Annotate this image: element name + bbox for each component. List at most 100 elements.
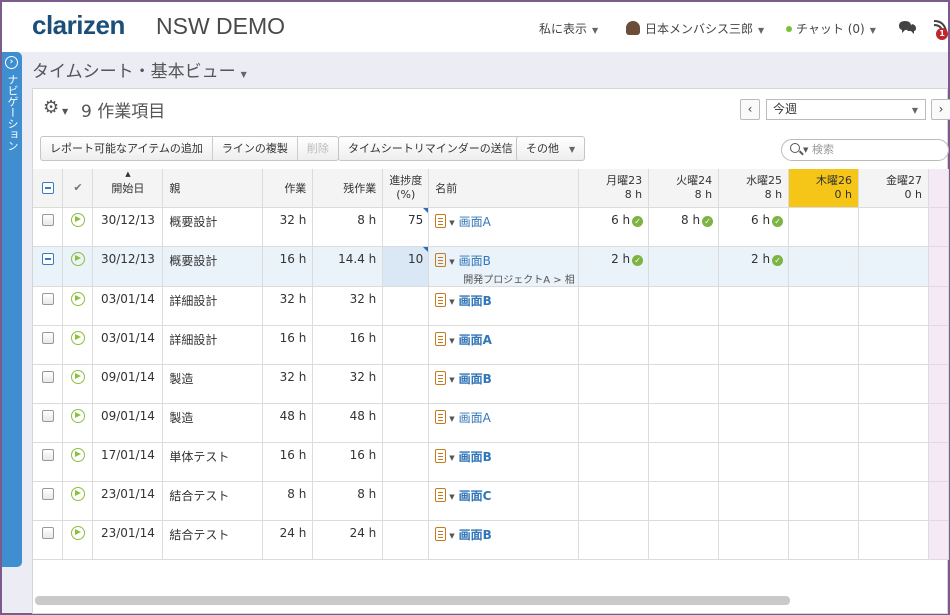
progress-cell[interactable] — [382, 442, 430, 482]
day-cell-fri[interactable] — [858, 286, 929, 326]
remaining-cell[interactable]: 8 h — [312, 207, 384, 247]
view-title-menu[interactable]: タイムシート・基本ビュー ▼ — [32, 57, 247, 82]
task-name-link[interactable]: 画面B — [459, 528, 492, 542]
day-cell-mon[interactable] — [578, 286, 650, 326]
day-cell-fri[interactable] — [858, 481, 929, 521]
chevron-down-icon[interactable]: ▼ — [449, 219, 454, 227]
day-cell-fri[interactable] — [858, 246, 929, 287]
day-cell-tue[interactable] — [648, 442, 720, 482]
parent-header[interactable]: 親 — [162, 169, 264, 208]
select-all-checkbox[interactable] — [41, 182, 54, 195]
chat-bubbles-icon[interactable] — [898, 20, 917, 35]
day-cell-fri[interactable] — [858, 520, 929, 560]
day-cell-tue[interactable] — [648, 246, 720, 287]
day-cell-wed[interactable] — [718, 364, 790, 404]
remaining-cell[interactable]: 32 h — [312, 364, 384, 404]
day-cell-fri[interactable] — [858, 207, 929, 247]
name-header[interactable]: 名前 — [428, 169, 580, 208]
progress-cell[interactable] — [382, 520, 430, 560]
table-row[interactable]: 30/12/13 概要設計 32 h8 h 75 ▼ 画面A 6 h ✓ 8 h ✓ 6 h ✓ — [33, 207, 949, 247]
chevron-down-icon[interactable]: ▼ — [449, 376, 454, 384]
day-cell-tue[interactable] — [648, 325, 720, 365]
task-name-link[interactable]: 画面B — [459, 294, 492, 308]
play-icon[interactable] — [70, 213, 85, 227]
task-name-link[interactable]: 画面B — [459, 450, 492, 464]
more-button[interactable]: その他 ▼ — [517, 137, 584, 160]
chevron-down-icon[interactable]: ▼ — [449, 454, 454, 462]
table-row[interactable]: 09/01/14 製造 48 h 48 h ▼ 画面A — [33, 403, 949, 443]
user-menu[interactable]: 日本メンバシス三郎 ▼ — [626, 20, 764, 37]
progress-header[interactable]: 進捗度(%) — [382, 169, 430, 208]
chevron-down-icon[interactable]: ▼ — [449, 493, 454, 501]
day-cell-thu[interactable] — [788, 325, 860, 365]
day-cell-mon[interactable] — [578, 403, 650, 443]
day-cell-fri[interactable] — [858, 364, 929, 404]
day-cell-thu[interactable] — [788, 246, 860, 287]
day-cell-thu[interactable] — [788, 481, 860, 521]
play-icon[interactable] — [70, 292, 85, 306]
chevron-down-icon[interactable]: ▼ — [449, 532, 454, 540]
day-cell-wed[interactable] — [718, 403, 790, 443]
table-row[interactable]: 03/01/14 詳細設計 32 h 32 h ▼ 画面B — [33, 286, 949, 326]
day-cell-tue[interactable] — [648, 403, 720, 443]
day-cell-tue[interactable] — [648, 481, 720, 521]
day-cell-thu[interactable] — [788, 403, 860, 443]
remaining-cell[interactable]: 8 h — [312, 481, 384, 521]
day-cell-mon[interactable] — [578, 364, 650, 404]
row-checkbox[interactable] — [41, 410, 54, 422]
day-cell-wed[interactable]: 2 h ✓ — [718, 246, 790, 287]
progress-cell[interactable]: 10 — [382, 246, 430, 287]
clarizen-logo[interactable]: clarizen — [32, 10, 125, 41]
row-checkbox[interactable] — [41, 253, 54, 265]
play-icon[interactable] — [70, 331, 85, 345]
day-cell-mon[interactable] — [578, 442, 650, 482]
table-row[interactable]: 30/12/13 概要設計 16 h 14.4 h 10 ▼ 画面B 開発プロジェクトA > … — [33, 246, 949, 287]
row-checkbox[interactable] — [41, 449, 54, 461]
settings-button[interactable]: ⚙ ▼ — [43, 99, 71, 117]
chevron-down-icon[interactable]: ▼ — [449, 337, 454, 345]
search-input[interactable]: ▼ 検索 — [781, 139, 949, 161]
remaining-cell[interactable]: 16 h — [312, 325, 384, 365]
day-cell-mon[interactable]: 6 h ✓ — [578, 207, 650, 247]
remaining-cell[interactable]: 48 h — [312, 403, 384, 443]
notifications-button[interactable]: 1 — [932, 18, 948, 40]
task-name-link[interactable]: 画面A — [459, 333, 492, 347]
chevron-down-icon[interactable]: ▼ — [449, 415, 454, 423]
day-header-thu-today[interactable]: 木曜26 0 h — [788, 169, 860, 208]
row-checkbox[interactable] — [41, 332, 54, 344]
task-name-link[interactable]: 画面C — [459, 489, 492, 503]
navigation-tab[interactable]: › ナビゲーション — [2, 52, 22, 567]
day-header-fri[interactable]: 金曜27 0 h — [858, 169, 929, 208]
progress-cell[interactable] — [382, 325, 430, 365]
day-cell-thu[interactable] — [788, 520, 860, 560]
task-name-link[interactable]: 画面A — [459, 215, 491, 229]
task-name-link[interactable]: 画面B — [459, 254, 491, 268]
progress-cell[interactable]: 75 — [382, 207, 430, 247]
table-row[interactable]: 17/01/14 単体テスト 16 h 16 h ▼ 画面B — [33, 442, 949, 482]
day-cell-wed[interactable] — [718, 325, 790, 365]
day-cell-mon[interactable]: 2 h ✓ — [578, 246, 650, 287]
day-cell-fri[interactable] — [858, 442, 929, 482]
day-cell-tue[interactable] — [648, 520, 720, 560]
day-cell-tue[interactable] — [648, 286, 720, 326]
show-to-me-menu[interactable]: 私に表示 ▼ — [539, 20, 598, 37]
play-icon[interactable] — [70, 252, 85, 266]
remaining-cell[interactable]: 16 h — [312, 442, 384, 482]
day-cell-mon[interactable] — [578, 520, 650, 560]
remaining-cell[interactable]: 24 h — [312, 520, 384, 560]
play-icon[interactable] — [70, 409, 85, 423]
play-icon[interactable] — [70, 526, 85, 540]
day-cell-wed[interactable]: 6 h ✓ — [718, 207, 790, 247]
task-name-link[interactable]: 画面A — [459, 411, 491, 425]
progress-cell[interactable] — [382, 286, 430, 326]
day-cell-fri[interactable] — [858, 325, 929, 365]
day-header-tue[interactable]: 火曜24 8 h — [648, 169, 720, 208]
chevron-down-icon[interactable]: ▼ — [449, 258, 454, 266]
next-period-button[interactable]: › — [931, 99, 950, 120]
chat-menu[interactable]: チャット (0) ▼ — [786, 20, 876, 37]
day-cell-thu[interactable] — [788, 286, 860, 326]
delete-button[interactable]: 削除 — [298, 137, 338, 160]
day-header-wed[interactable]: 水曜25 8 h — [718, 169, 790, 208]
remaining-cell[interactable]: 32 h — [312, 286, 384, 326]
day-cell-thu[interactable] — [788, 442, 860, 482]
